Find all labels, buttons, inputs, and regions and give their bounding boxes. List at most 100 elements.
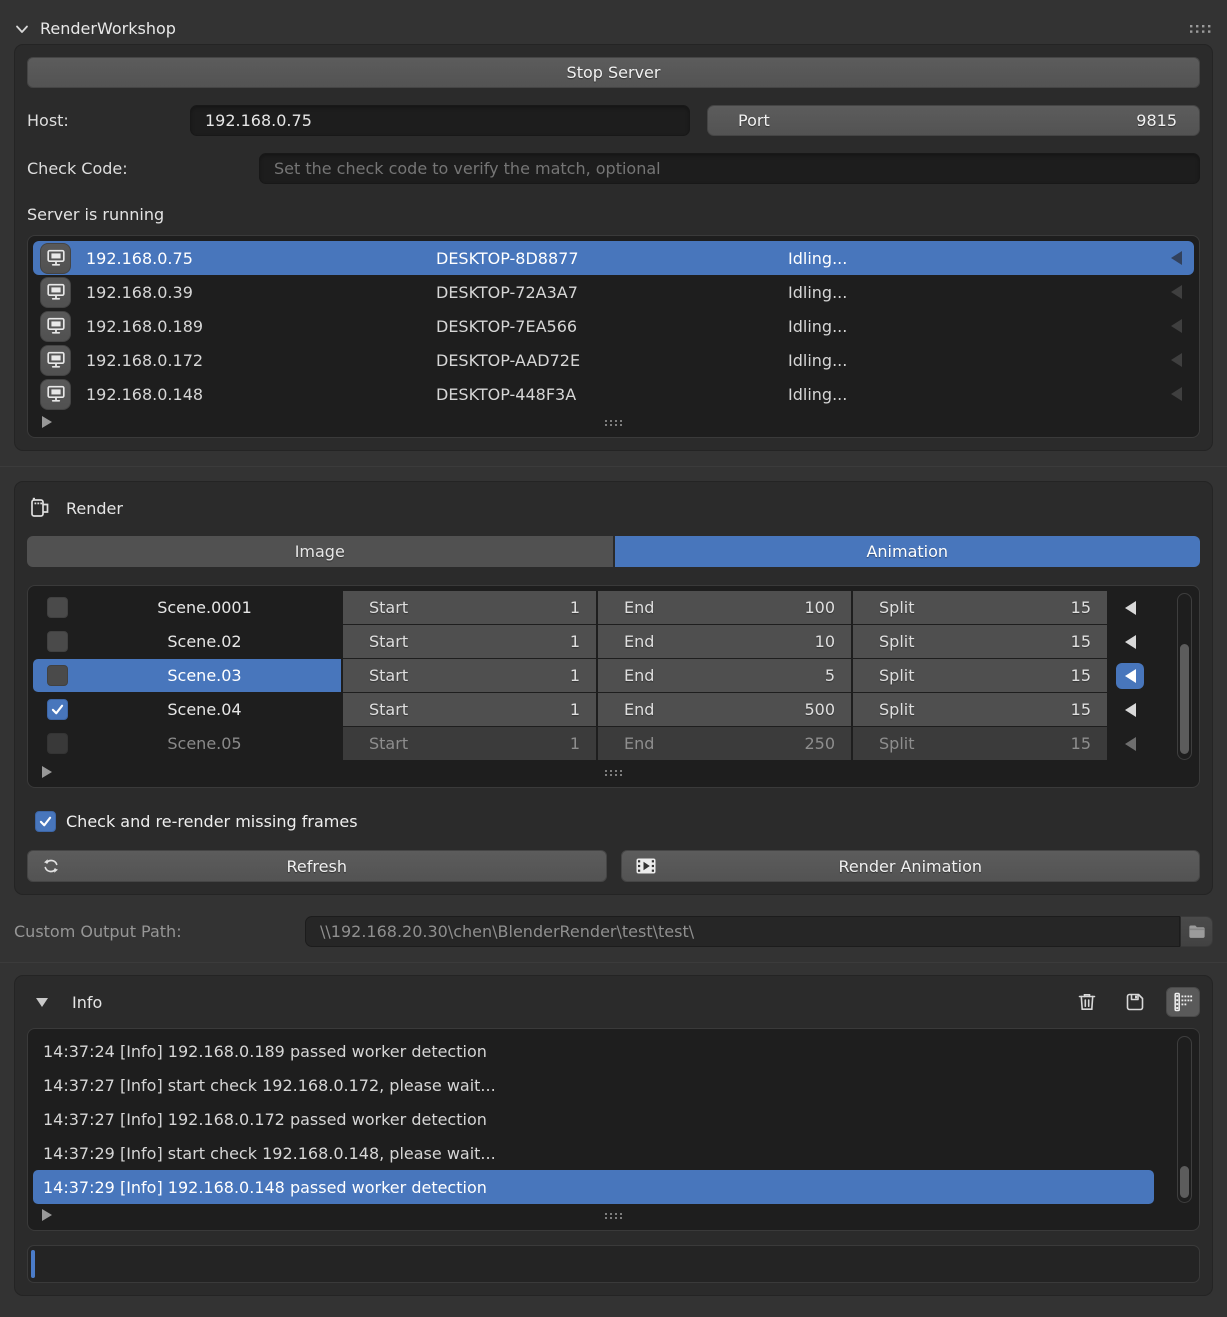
scene-start-field[interactable]: Start1: [341, 625, 596, 658]
refresh-icon: [40, 855, 62, 877]
list-expand-arrow[interactable]: [42, 1209, 52, 1221]
worker-status: Idling...: [788, 385, 1158, 404]
worker-collapse-arrow[interactable]: [1158, 251, 1194, 265]
output-path-field[interactable]: \\192.168.20.30\chen\BlenderRender\test\…: [305, 916, 1180, 947]
scene-end-field[interactable]: End10: [596, 625, 851, 658]
section-divider: [0, 962, 1227, 963]
list-expand-arrow[interactable]: [42, 766, 52, 778]
scene-row[interactable]: Scene.05 Start1 End250 Split15: [33, 727, 1194, 760]
worker-row[interactable]: 192.168.0.39 DESKTOP-72A3A7 Idling...: [33, 275, 1194, 309]
scene-checkbox[interactable]: [47, 699, 68, 720]
render-animation-label: Render Animation: [838, 857, 982, 876]
scene-row[interactable]: Scene.03 Start1 End5 Split15: [33, 659, 1194, 692]
scene-checkbox[interactable]: [47, 733, 68, 754]
page-title[interactable]: RenderWorkshop: [40, 19, 176, 38]
filmstrip-play-icon: [634, 855, 658, 877]
worker-row[interactable]: 192.168.0.75 DESKTOP-8D8877 Idling...: [33, 241, 1194, 275]
check-code-input[interactable]: [259, 153, 1200, 184]
scene-list-scrollbar[interactable]: [1177, 593, 1192, 760]
port-slider[interactable]: Port 9815: [707, 105, 1200, 136]
section-divider: [0, 466, 1227, 467]
output-path-label: Custom Output Path:: [14, 922, 305, 941]
worker-name: DESKTOP-448F3A: [436, 385, 788, 404]
tab-image[interactable]: Image: [27, 536, 613, 567]
command-input-field[interactable]: [28, 1246, 1199, 1282]
host-input[interactable]: [190, 105, 690, 136]
list-resize-grip[interactable]: [604, 769, 624, 777]
worker-row[interactable]: 192.168.0.189 DESKTOP-7EA566 Idling...: [33, 309, 1194, 343]
recheck-checkbox[interactable]: [35, 811, 56, 832]
log-list-icon-button[interactable]: [1166, 987, 1200, 1017]
scene-start-field[interactable]: Start1: [341, 659, 596, 692]
worker-collapse-arrow[interactable]: [1158, 387, 1194, 401]
scene-checkbox[interactable]: [47, 597, 68, 618]
worker-name: DESKTOP-72A3A7: [436, 283, 788, 302]
scene-collapse-arrow[interactable]: [1107, 659, 1153, 692]
scene-end-field[interactable]: End500: [596, 693, 851, 726]
render-mode-tabs: Image Animation: [27, 536, 1200, 567]
worker-row[interactable]: 192.168.0.172 DESKTOP-AAD72E Idling...: [33, 343, 1194, 377]
scene-checkbox[interactable]: [47, 665, 68, 686]
scene-split-field[interactable]: Split15: [851, 659, 1107, 692]
log-row[interactable]: 14:37:27 [Info] start check 192.168.0.17…: [33, 1068, 1154, 1102]
browse-folder-button[interactable]: [1180, 916, 1213, 947]
host-label: Host:: [27, 111, 190, 130]
refresh-label: Refresh: [287, 857, 347, 876]
stop-server-button[interactable]: Stop Server: [27, 57, 1200, 88]
scene-row[interactable]: Scene.04 Start1 End500 Split15: [33, 693, 1194, 726]
list-expand-arrow[interactable]: [42, 416, 52, 428]
log-row[interactable]: 14:37:29 [Info] 192.168.0.148 passed wor…: [33, 1170, 1154, 1204]
scene-collapse-arrow[interactable]: [1107, 591, 1153, 624]
scene-end-field[interactable]: End5: [596, 659, 851, 692]
check-code-row: Check Code:: [27, 153, 1200, 184]
scene-end-field[interactable]: End250: [596, 727, 851, 760]
worker-collapse-arrow[interactable]: [1158, 285, 1194, 299]
scrollbar-thumb[interactable]: [1180, 644, 1189, 755]
log-row[interactable]: 14:37:27 [Info] 192.168.0.172 passed wor…: [33, 1102, 1154, 1136]
panel-header: RenderWorkshop: [0, 0, 1227, 44]
refresh-button[interactable]: Refresh: [27, 850, 607, 882]
scene-start-field[interactable]: Start1: [341, 727, 596, 760]
log-list: 14:37:24 [Info] 192.168.0.189 passed wor…: [27, 1028, 1200, 1231]
scene-checkbox[interactable]: [47, 631, 68, 652]
worker-row[interactable]: 192.168.0.148 DESKTOP-448F3A Idling...: [33, 377, 1194, 411]
scene-row[interactable]: Scene.0001 Start1 End100 Split15: [33, 591, 1194, 624]
folder-icon: [1187, 922, 1207, 940]
log-list-scrollbar[interactable]: [1177, 1036, 1192, 1203]
scene-collapse-arrow[interactable]: [1107, 693, 1153, 726]
scene-list: Scene.0001 Start1 End100 Split15 Scene.0…: [27, 585, 1200, 788]
worker-collapse-arrow[interactable]: [1158, 353, 1194, 367]
scene-split-field[interactable]: Split15: [851, 625, 1107, 658]
worker-status: Idling...: [788, 283, 1158, 302]
scene-split-field[interactable]: Split15: [851, 693, 1107, 726]
render-section-header: Render: [27, 494, 1200, 522]
scene-end-field[interactable]: End100: [596, 591, 851, 624]
list-resize-grip[interactable]: [604, 419, 624, 427]
log-row[interactable]: 14:37:29 [Info] start check 192.168.0.14…: [33, 1136, 1154, 1170]
render-animation-button[interactable]: Render Animation: [621, 850, 1201, 882]
scene-split-field[interactable]: Split15: [851, 591, 1107, 624]
save-log-button[interactable]: [1118, 987, 1152, 1017]
scene-collapse-arrow[interactable]: [1107, 727, 1153, 760]
triangle-down-icon[interactable]: [36, 998, 48, 1007]
list-resize-grip[interactable]: [604, 1212, 624, 1220]
info-header: Info: [27, 988, 1200, 1016]
grid-dots-icon[interactable]: [1189, 24, 1213, 34]
clear-log-button[interactable]: [1070, 987, 1104, 1017]
scene-start-field[interactable]: Start1: [341, 591, 596, 624]
scene-collapse-arrow[interactable]: [1107, 625, 1153, 658]
worker-ip: 192.168.0.172: [86, 351, 436, 370]
command-input[interactable]: [27, 1245, 1200, 1283]
worker-status: Idling...: [788, 317, 1158, 336]
scene-start-field[interactable]: Start1: [341, 693, 596, 726]
chevron-down-icon[interactable]: [13, 20, 31, 38]
info-title[interactable]: Info: [72, 993, 102, 1012]
scene-split-field[interactable]: Split15: [851, 727, 1107, 760]
port-label: Port: [738, 111, 770, 130]
tab-animation[interactable]: Animation: [615, 536, 1201, 567]
worker-collapse-arrow[interactable]: [1158, 319, 1194, 333]
scene-row[interactable]: Scene.02 Start1 End10 Split15: [33, 625, 1194, 658]
scrollbar-thumb[interactable]: [1180, 1166, 1189, 1198]
log-row[interactable]: 14:37:24 [Info] 192.168.0.189 passed wor…: [33, 1034, 1154, 1068]
scene-name: Scene.0001: [68, 598, 341, 617]
